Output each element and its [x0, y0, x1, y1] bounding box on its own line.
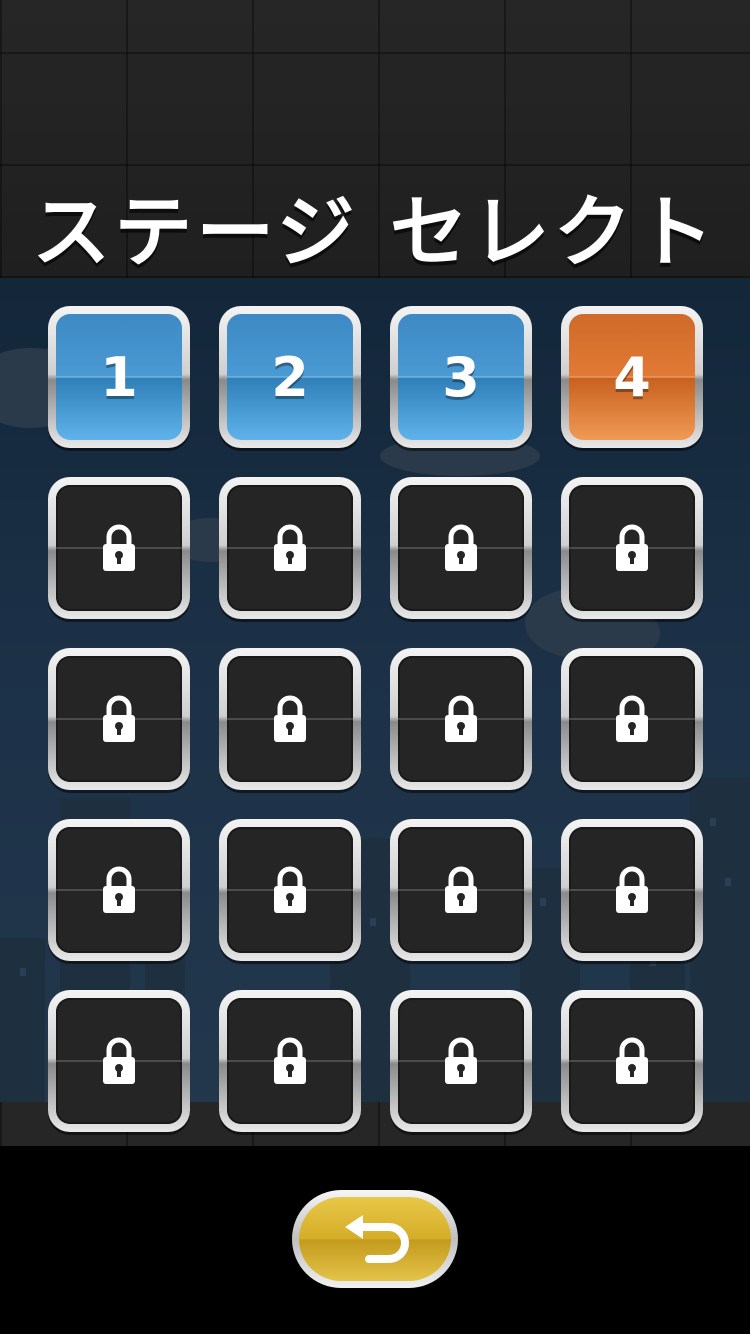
lock-icon [274, 1037, 306, 1084]
stage-tile-face [56, 485, 182, 611]
stage-tile-locked[interactable] [48, 477, 190, 619]
stage-tile-face: 4 [569, 314, 695, 440]
back-button-face[interactable] [299, 1197, 451, 1281]
stage-tile-face: 2 [227, 314, 353, 440]
lock-icon [616, 524, 648, 571]
stage-tile-face [227, 485, 353, 611]
back-button[interactable] [292, 1190, 458, 1288]
lock-icon [274, 866, 306, 913]
stage-tile-face [56, 998, 182, 1124]
stage-tile-locked[interactable] [219, 648, 361, 790]
stage-tile-face: 1 [56, 314, 182, 440]
stage-tile-locked[interactable] [48, 648, 190, 790]
stage-tile-face [56, 827, 182, 953]
lock-icon [103, 695, 135, 742]
stage-tile-4[interactable]: 4 [561, 306, 703, 448]
stage-tile-1[interactable]: 1 [48, 306, 190, 448]
stage-tile-face [398, 656, 524, 782]
stage-tile-2[interactable]: 2 [219, 306, 361, 448]
stage-tile-locked[interactable] [390, 648, 532, 790]
stage-number: 3 [442, 345, 480, 409]
stage-tile-face [227, 998, 353, 1124]
stage-tile-locked[interactable] [561, 648, 703, 790]
stage-tile-3[interactable]: 3 [390, 306, 532, 448]
stage-number: 2 [271, 345, 309, 409]
stage-tile-face [569, 998, 695, 1124]
lock-icon [103, 524, 135, 571]
stage-tile-locked[interactable] [219, 477, 361, 619]
stage-number: 4 [613, 345, 651, 409]
stage-number: 1 [100, 345, 138, 409]
stage-tile-face [398, 998, 524, 1124]
stage-tile-locked[interactable] [561, 990, 703, 1132]
stage-tile-face [569, 827, 695, 953]
return-arrow-icon [345, 1215, 409, 1263]
stage-tile-locked[interactable] [390, 819, 532, 961]
stage-tile-face [398, 485, 524, 611]
lock-icon [103, 866, 135, 913]
stage-tile-face: 3 [398, 314, 524, 440]
stage-tile-face [227, 656, 353, 782]
lock-icon [445, 524, 477, 571]
stage-tile-face [398, 827, 524, 953]
stage-tile-face [569, 656, 695, 782]
lock-icon [616, 695, 648, 742]
lock-icon [616, 1037, 648, 1084]
lock-icon [274, 524, 306, 571]
lock-icon [103, 1037, 135, 1084]
stage-tile-locked[interactable] [219, 819, 361, 961]
page-title: ステージ セレクト [32, 188, 718, 278]
lock-icon [616, 866, 648, 913]
stage-tile-face [569, 485, 695, 611]
header-panel: ステージ セレクト [0, 0, 750, 280]
stage-tile-locked[interactable] [48, 819, 190, 961]
lock-icon [445, 695, 477, 742]
lock-icon [274, 695, 306, 742]
lock-icon [445, 1037, 477, 1084]
stage-tile-face [56, 656, 182, 782]
stage-tile-locked[interactable] [390, 990, 532, 1132]
stage-tile-locked[interactable] [561, 477, 703, 619]
lock-icon [445, 866, 477, 913]
stage-tile-face [227, 827, 353, 953]
stage-grid: 1 2 3 4 [48, 306, 703, 1132]
stage-tile-locked[interactable] [48, 990, 190, 1132]
stage-tile-locked[interactable] [390, 477, 532, 619]
stage-tile-locked[interactable] [219, 990, 361, 1132]
stage-tile-locked[interactable] [561, 819, 703, 961]
